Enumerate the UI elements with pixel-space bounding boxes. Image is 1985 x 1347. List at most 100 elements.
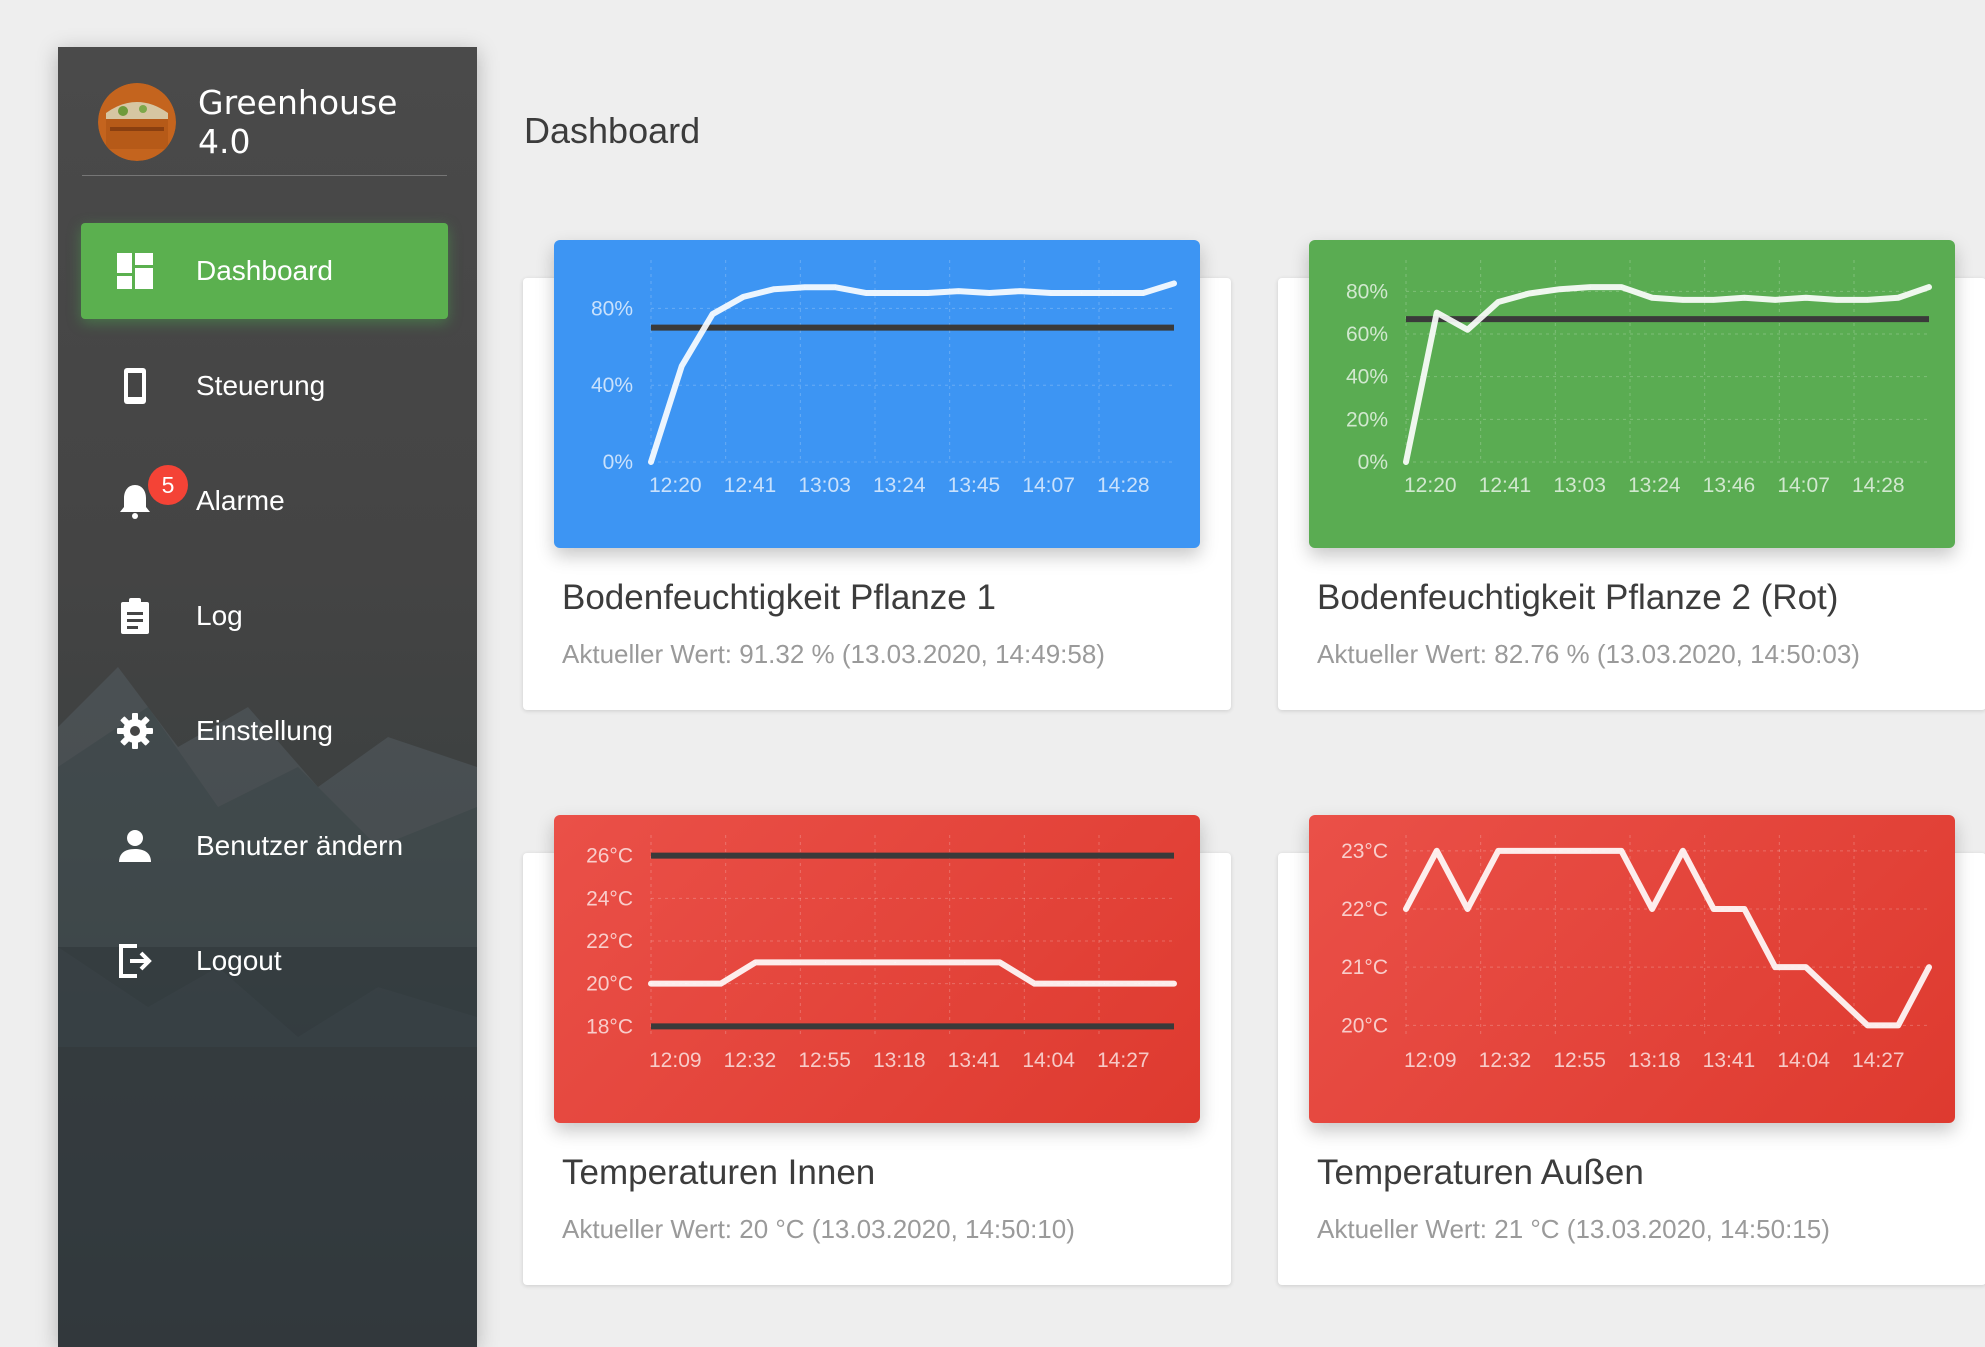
- page-title: Dashboard: [524, 110, 701, 152]
- card-title: Bodenfeuchtigkeit Pflanze 1: [562, 578, 996, 617]
- y-tick-label: 18°C: [586, 1015, 633, 1038]
- data-point: [1111, 292, 1113, 294]
- data-point: [1559, 850, 1561, 852]
- data-point: [1651, 908, 1653, 910]
- data-point: [999, 961, 1001, 963]
- data-point: [681, 365, 683, 367]
- x-tick-label: 13:24: [1628, 474, 1681, 497]
- data-point: [1682, 850, 1684, 852]
- x-tick-label: 14:07: [1022, 474, 1075, 497]
- card-title: Bodenfeuchtigkeit Pflanze 2 (Rot): [1317, 578, 1839, 617]
- x-tick-label: 14:28: [1097, 474, 1150, 497]
- sidebar-item-label: Logout: [196, 945, 282, 976]
- data-point: [1081, 292, 1083, 294]
- data-point: [1138, 983, 1140, 985]
- data-point: [685, 983, 687, 985]
- chart-card[interactable]: 20°C 21°C 22°C 23°C 12:09 12:32 12:55 13:18 13:4…: [1278, 815, 1985, 1285]
- x-tick-label: 13:45: [948, 474, 1001, 497]
- x-tick-label: 13:03: [798, 474, 851, 497]
- x-tick-label: 12:55: [798, 1049, 851, 1072]
- sidebar-item-label: Einstellung: [196, 715, 333, 746]
- data-point: [859, 961, 861, 963]
- x-tick-label: 14:07: [1777, 474, 1830, 497]
- data-point: [1528, 292, 1530, 294]
- y-tick-label: 20°C: [1341, 1014, 1388, 1037]
- x-tick-label: 12:32: [1479, 1049, 1532, 1072]
- x-tick-label: 12:32: [724, 1049, 777, 1072]
- data-point: [1928, 286, 1930, 288]
- card-subtitle: Aktueller Wert: 82.76 % (13.03.2020, 14:…: [1317, 639, 1860, 669]
- greenhouse-logo-icon: [98, 83, 176, 161]
- y-tick-label: 22°C: [586, 930, 633, 953]
- x-tick-label: 13:41: [1703, 1049, 1756, 1072]
- data-point: [773, 288, 775, 290]
- data-point: [1651, 297, 1653, 299]
- logout-icon: [119, 944, 152, 978]
- x-tick-label: 13:24: [873, 474, 926, 497]
- sidebar-item-steuerung[interactable]: Steuerung: [81, 338, 448, 434]
- data-point: [929, 961, 931, 963]
- data-point: [1866, 299, 1868, 301]
- sidebar-item-einstellung[interactable]: Einstellung: [81, 683, 448, 779]
- x-tick-label: 14:04: [1022, 1049, 1075, 1072]
- data-point: [1743, 297, 1745, 299]
- series-line: [1403, 847, 1932, 1029]
- data-point: [1050, 292, 1052, 294]
- data-point: [988, 292, 990, 294]
- x-tick-label: 12:20: [1404, 474, 1457, 497]
- y-tick-label: 23°C: [1341, 840, 1388, 863]
- chart-panel: 20°C 21°C 22°C 23°C 12:09 12:32 12:55 13:18 13:4…: [1309, 815, 1955, 1123]
- sidebar-item-benutzer[interactable]: Benutzer ändern: [81, 798, 448, 894]
- y-tick-label: 0%: [603, 451, 633, 474]
- x-tick-label: 13:18: [1628, 1049, 1681, 1072]
- data-point: [1866, 1024, 1868, 1026]
- data-point: [1682, 299, 1684, 301]
- chart-panel: 0% 20% 40% 60% 80% 12:20 12:41 13:03 13:24 13:46 1…: [1309, 240, 1955, 548]
- brand[interactable]: Greenhouse 4.0: [98, 77, 458, 167]
- data-point: [1497, 301, 1499, 303]
- data-point: [1620, 850, 1622, 852]
- data-point: [1142, 292, 1144, 294]
- card-title: Temperaturen Außen: [1317, 1153, 1644, 1192]
- x-tick-label: 14:27: [1852, 1049, 1905, 1072]
- gear-icon: [117, 713, 153, 749]
- y-tick-label: 20%: [1346, 408, 1388, 431]
- sidebar-item-dashboard[interactable]: Dashboard: [81, 223, 448, 319]
- data-point: [964, 961, 966, 963]
- y-tick-label: 40%: [591, 374, 633, 397]
- chart-card[interactable]: 0% 20% 40% 60% 80% 12:20 12:41 13:03 13:24 13:46 1…: [1278, 240, 1985, 710]
- sidebar-item-label: Log: [196, 600, 243, 631]
- data-point: [804, 286, 806, 288]
- data-point: [835, 286, 837, 288]
- line-chart: 0% 40% 80% 12:20 12:41 13:03 13:24 13:45 14:07 14…: [591, 260, 1177, 497]
- card-title: Temperaturen Innen: [562, 1153, 876, 1192]
- y-tick-label: 40%: [1346, 366, 1388, 389]
- card-subtitle: Aktueller Wert: 91.32 % (13.03.2020, 14:…: [562, 639, 1105, 669]
- sidebar-item-alarme[interactable]: 5 Alarme: [81, 453, 448, 549]
- chart-panel: 0% 40% 80% 12:20 12:41 13:03 13:24 13:45 14:07 14…: [554, 240, 1200, 548]
- dashboard-icon: [117, 253, 153, 289]
- app-name: Greenhouse 4.0: [198, 83, 398, 161]
- data-point: [789, 961, 791, 963]
- data-point: [1436, 312, 1438, 314]
- data-point: [1774, 299, 1776, 301]
- data-point: [1173, 282, 1175, 284]
- chart-card[interactable]: 18°C 20°C 22°C 24°C 26°C 12:09 12:32 12:55 13:18…: [523, 815, 1231, 1285]
- clipboard-icon: [121, 598, 149, 634]
- data-point: [1805, 297, 1807, 299]
- x-tick-label: 13:46: [1703, 474, 1756, 497]
- data-point: [958, 290, 960, 292]
- data-point: [1497, 850, 1499, 852]
- data-point: [865, 292, 867, 294]
- sidebar: Greenhouse 4.0 Dashboard Steuerung 5 Ala…: [58, 47, 477, 1347]
- x-tick-label: 12:09: [649, 1049, 702, 1072]
- data-point: [1590, 286, 1592, 288]
- chart-card[interactable]: 0% 40% 80% 12:20 12:41 13:03 13:24 13:45 14:07 14…: [523, 240, 1231, 710]
- sidebar-item-log[interactable]: Log: [81, 568, 448, 664]
- y-tick-label: 80%: [591, 297, 633, 320]
- data-point: [1928, 966, 1930, 968]
- data-point: [1897, 1024, 1899, 1026]
- sidebar-item-logout[interactable]: Logout: [81, 913, 448, 1009]
- y-tick-label: 20°C: [586, 973, 633, 996]
- x-tick-label: 12:55: [1553, 1049, 1606, 1072]
